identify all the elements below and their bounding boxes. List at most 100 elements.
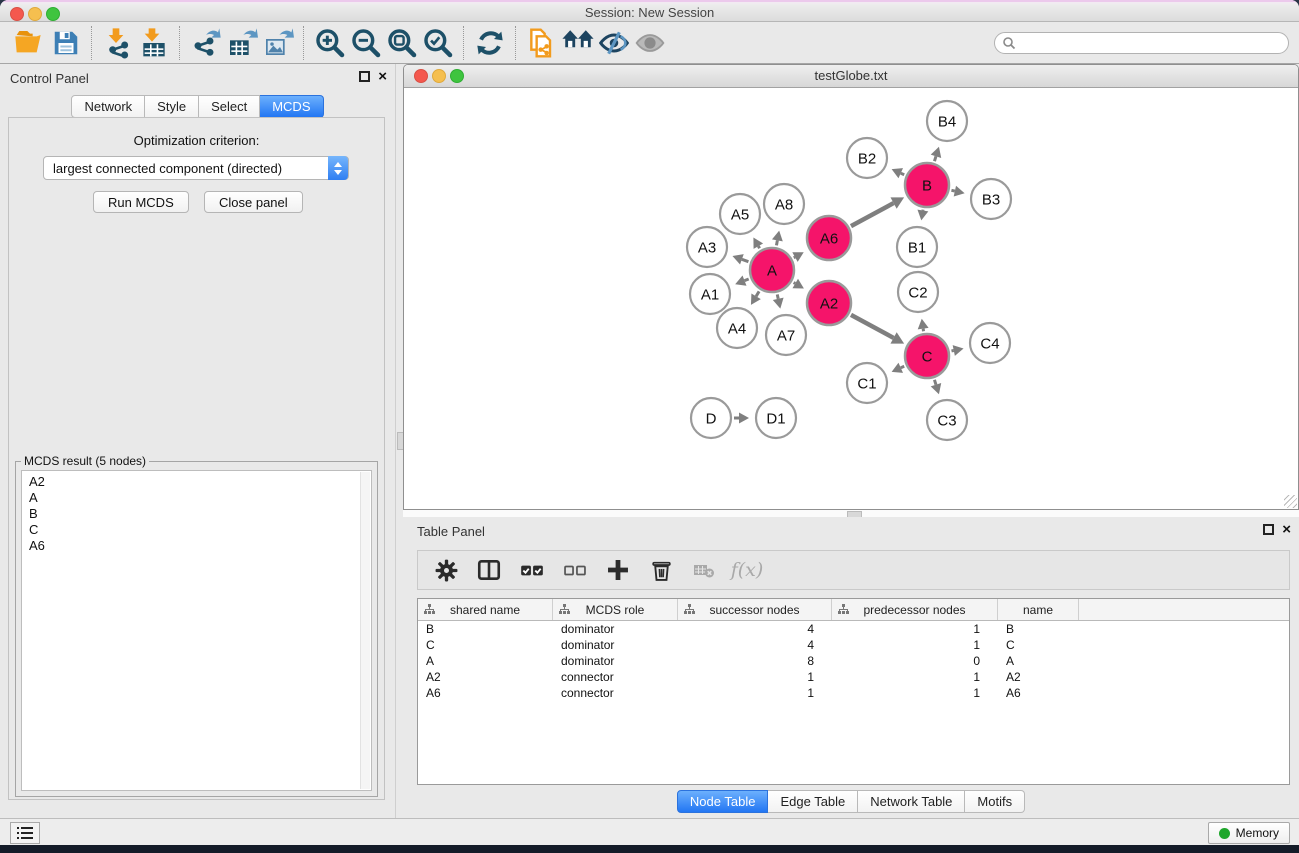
table-cell[interactable]: 1 xyxy=(832,670,998,684)
graph-edge-A-A5[interactable] xyxy=(753,237,763,248)
graph-node-A7[interactable]: A7 xyxy=(766,315,806,355)
column-header-successor-nodes[interactable]: successor nodes xyxy=(678,599,832,620)
table-cell[interactable]: A2 xyxy=(998,670,1079,684)
graph-node-A8[interactable]: A8 xyxy=(764,184,804,224)
tab-edge-table[interactable]: Edge Table xyxy=(768,790,858,813)
select-all-icon[interactable] xyxy=(518,556,546,584)
table-cell[interactable]: A xyxy=(998,654,1079,668)
zoom-selected-icon[interactable] xyxy=(420,25,456,61)
table-cell[interactable]: A xyxy=(418,654,553,668)
mcds-result-item[interactable]: B xyxy=(29,506,371,522)
save-session-icon[interactable] xyxy=(48,25,84,61)
mcds-result-item[interactable]: A6 xyxy=(29,538,371,554)
graph-node-B[interactable]: B xyxy=(905,163,949,207)
graph-edge-B-B4[interactable] xyxy=(931,147,941,161)
table-cell[interactable]: C xyxy=(998,638,1079,652)
table-cell[interactable]: A2 xyxy=(418,670,553,684)
homes-icon[interactable] xyxy=(560,25,596,61)
table-row[interactable]: Cdominator41C xyxy=(418,637,1289,653)
table-settings-gear-icon[interactable] xyxy=(432,556,460,584)
tab-select[interactable]: Select xyxy=(199,95,260,118)
graph-edge-A-A2[interactable] xyxy=(792,279,803,289)
close-panel-icon[interactable]: × xyxy=(1282,524,1291,535)
graph-node-B4[interactable]: B4 xyxy=(927,101,967,141)
table-cell[interactable]: 1 xyxy=(832,622,998,636)
vertical-splitter[interactable] xyxy=(395,64,403,818)
eye-icon[interactable] xyxy=(632,25,668,61)
graph-edge-A2-C[interactable] xyxy=(851,315,904,344)
zoom-in-icon[interactable] xyxy=(312,25,348,61)
mcds-result-list[interactable]: A2ABCA6 xyxy=(21,470,372,791)
deselect-all-icon[interactable] xyxy=(561,556,589,584)
graph-edge-B-B3[interactable] xyxy=(951,186,964,197)
table-cell[interactable]: connector xyxy=(553,686,678,700)
graph-edge-A-A8[interactable] xyxy=(772,231,783,246)
run-mcds-button[interactable]: Run MCDS xyxy=(93,191,189,213)
graph-edge-A6-B[interactable] xyxy=(851,197,904,226)
graph-edge-C-C3[interactable] xyxy=(931,380,941,394)
criterion-dropdown[interactable]: largest connected component (directed) xyxy=(43,156,349,180)
export-image-icon[interactable] xyxy=(260,25,296,61)
table-cell[interactable]: 1 xyxy=(678,670,832,684)
graph-edge-A-A6[interactable] xyxy=(792,252,803,262)
float-panel-icon[interactable] xyxy=(1263,524,1274,535)
graph-node-C1[interactable]: C1 xyxy=(847,363,887,403)
table-cell[interactable]: A6 xyxy=(998,686,1079,700)
graph-node-A6[interactable]: A6 xyxy=(807,216,851,260)
graph-edge-A-A4[interactable] xyxy=(751,291,761,304)
resize-grip-icon[interactable] xyxy=(1284,495,1297,508)
close-panel-button[interactable]: Close panel xyxy=(204,191,303,213)
export-network-icon[interactable] xyxy=(188,25,224,61)
tab-style[interactable]: Style xyxy=(145,95,199,118)
column-header-predecessor-nodes[interactable]: predecessor nodes xyxy=(832,599,998,620)
table-cell[interactable]: 8 xyxy=(678,654,832,668)
visual-mapping-icon[interactable] xyxy=(596,25,632,61)
memory-button[interactable]: Memory xyxy=(1208,822,1290,844)
graph-node-A5[interactable]: A5 xyxy=(720,194,760,234)
graph-node-C[interactable]: C xyxy=(905,334,949,378)
refresh-icon[interactable] xyxy=(472,25,508,61)
column-header-MCDS-role[interactable]: MCDS role xyxy=(553,599,678,620)
graph-node-D[interactable]: D xyxy=(691,398,731,438)
graph-node-C2[interactable]: C2 xyxy=(898,272,938,312)
table-cell[interactable]: 4 xyxy=(678,622,832,636)
table-cell[interactable]: 4 xyxy=(678,638,832,652)
graph-node-C4[interactable]: C4 xyxy=(970,323,1010,363)
add-column-icon[interactable] xyxy=(604,556,632,584)
table-row[interactable]: Bdominator41B xyxy=(418,621,1289,637)
tab-network[interactable]: Network xyxy=(71,95,145,118)
new-network-from-selection-icon[interactable] xyxy=(524,25,560,61)
graph-edge-B-B1[interactable] xyxy=(917,210,928,221)
network-canvas[interactable]: B4B2BB3A5A8A6B1A3AC2A1A2A4A7C4CC1C3DD1 xyxy=(404,88,1298,509)
export-table-icon[interactable] xyxy=(224,25,260,61)
zoom-out-icon[interactable] xyxy=(348,25,384,61)
delete-column-icon[interactable] xyxy=(647,556,675,584)
graph-node-A[interactable]: A xyxy=(750,248,794,292)
table-cell[interactable]: dominator xyxy=(553,638,678,652)
graph-edge-C-C4[interactable] xyxy=(951,345,963,356)
graph-node-B2[interactable]: B2 xyxy=(847,138,887,178)
float-panel-icon[interactable] xyxy=(359,71,370,82)
mcds-result-item[interactable]: C xyxy=(29,522,371,538)
graph-edge-A-A7[interactable] xyxy=(773,294,784,308)
graph-node-A4[interactable]: A4 xyxy=(717,308,757,348)
table-cell[interactable]: C xyxy=(418,638,553,652)
graph-node-A1[interactable]: A1 xyxy=(690,274,730,314)
table-cell[interactable]: 0 xyxy=(832,654,998,668)
table-cell[interactable]: A6 xyxy=(418,686,553,700)
tab-motifs[interactable]: Motifs xyxy=(965,790,1025,813)
graph-edge-C-C1[interactable] xyxy=(892,363,905,373)
graph-edge-A-A3[interactable] xyxy=(732,254,748,264)
table-cell[interactable]: 1 xyxy=(832,638,998,652)
table-cell[interactable]: B xyxy=(998,622,1079,636)
table-cell[interactable]: dominator xyxy=(553,622,678,636)
table-row[interactable]: A6connector11A6 xyxy=(418,685,1289,701)
graph-edge-B-B2[interactable] xyxy=(892,168,905,178)
table-row[interactable]: A2connector11A2 xyxy=(418,669,1289,685)
import-table-icon[interactable] xyxy=(136,25,172,61)
table-cell[interactable]: 1 xyxy=(832,686,998,700)
tab-network-table[interactable]: Network Table xyxy=(858,790,965,813)
graph-node-B1[interactable]: B1 xyxy=(897,227,937,267)
close-panel-icon[interactable]: × xyxy=(378,71,387,82)
table-row[interactable]: Adominator80A xyxy=(418,653,1289,669)
